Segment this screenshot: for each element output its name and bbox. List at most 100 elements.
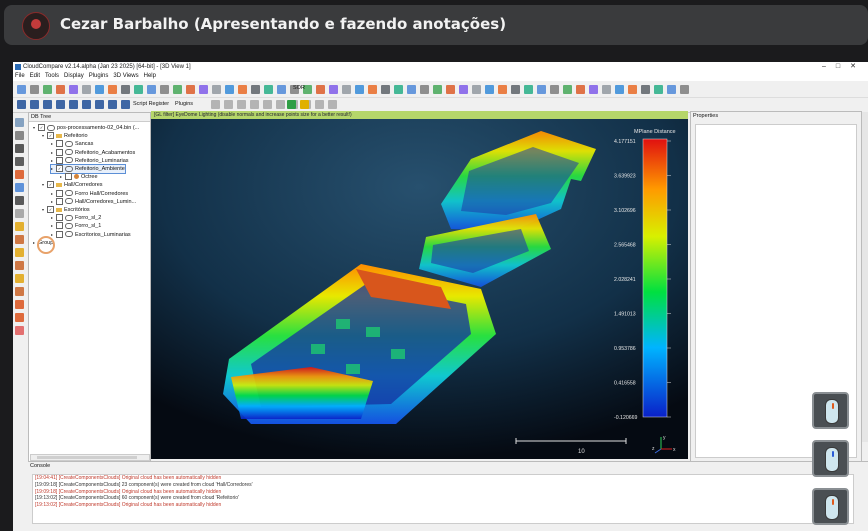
- view-preset-icon[interactable]: [121, 100, 130, 109]
- menu-item-tools[interactable]: Tools: [45, 72, 59, 81]
- toolbar-tool-icon[interactable]: [641, 85, 650, 94]
- menu-item-plugins[interactable]: Plugins: [89, 72, 109, 81]
- toolbar-tool-icon[interactable]: [381, 85, 390, 94]
- toolbar-tool-icon[interactable]: [433, 85, 442, 94]
- toolbar-tool-icon[interactable]: [342, 85, 351, 94]
- side-tool-icon[interactable]: [15, 131, 24, 140]
- view-preset-icon[interactable]: [108, 100, 117, 109]
- visibility-checkbox[interactable]: [56, 189, 63, 197]
- menu-item-edit[interactable]: Edit: [30, 72, 40, 81]
- point-cloud-render[interactable]: 10 z y x MPlane Distance 4.1771513.63992…: [151, 119, 688, 459]
- view-preset-icon[interactable]: [95, 100, 104, 109]
- plugins-dropdown[interactable]: Plugins: [175, 101, 193, 107]
- toolbar-tool-icon[interactable]: [563, 85, 572, 94]
- toolbar-tool-icon[interactable]: [225, 85, 234, 94]
- toolbar-tool-icon[interactable]: [121, 85, 130, 94]
- visibility-checkbox[interactable]: [56, 222, 63, 230]
- toolbar-tool-icon[interactable]: [615, 85, 624, 94]
- db-tree-item[interactable]: ▸ Sancas: [51, 140, 93, 148]
- visibility-checkbox[interactable]: [65, 173, 72, 181]
- toolbar-tool-icon[interactable]: [524, 85, 533, 94]
- menu-item-file[interactable]: File: [15, 72, 25, 81]
- visibility-checkbox[interactable]: ✓: [47, 132, 54, 140]
- shader-tool-icon[interactable]: [237, 100, 246, 109]
- db-tree-item[interactable]: ▾ ✓ Refeitorio: [42, 132, 88, 140]
- visibility-checkbox[interactable]: ✓: [56, 165, 63, 173]
- toolbar-tool-icon[interactable]: [589, 85, 598, 94]
- toolbar-tool-icon[interactable]: [134, 85, 143, 94]
- db-tree-item[interactable]: ▾ ✓ pos-processamento-02_04.bin (...: [33, 124, 139, 132]
- visibility-checkbox[interactable]: [56, 140, 63, 148]
- side-tool-icon[interactable]: [15, 235, 24, 244]
- toolbar-tool-icon[interactable]: [576, 85, 585, 94]
- toolbar-tool-icon[interactable]: [446, 85, 455, 94]
- toolbar-tool-icon[interactable]: [654, 85, 663, 94]
- db-tree-item[interactable]: ▾ ✓ Escritórios: [42, 206, 90, 214]
- toolbar-tool-icon[interactable]: [628, 85, 637, 94]
- toolbar-tool-icon[interactable]: [550, 85, 559, 94]
- toolbar-tool-icon[interactable]: [212, 85, 221, 94]
- toolbar-tool-icon[interactable]: [355, 85, 364, 94]
- toolbar-tool-icon[interactable]: [199, 85, 208, 94]
- db-tree-scrollbar[interactable]: [30, 454, 150, 461]
- shader-tool-icon[interactable]: [211, 100, 220, 109]
- toolbar-tool-icon[interactable]: [82, 85, 91, 94]
- right-scrollbar[interactable]: [862, 112, 868, 442]
- db-tree-item[interactable]: ▸ Forro Hall/Corredores: [51, 189, 128, 198]
- side-tool-icon[interactable]: [15, 313, 24, 322]
- toolbar-tool-icon[interactable]: [316, 85, 325, 94]
- toolbar-tool-icon[interactable]: [667, 85, 676, 94]
- shader-tool-icon[interactable]: [263, 100, 272, 109]
- visibility-checkbox[interactable]: [56, 214, 63, 222]
- 3d-view[interactable]: [GL filter] EyeDome Lighting (disable no…: [151, 111, 688, 459]
- shader-tool-icon[interactable]: [328, 100, 337, 109]
- toolbar-tool-icon[interactable]: [238, 85, 247, 94]
- toolbar-tool-icon[interactable]: [56, 85, 65, 94]
- db-tree-item[interactable]: ▾ ✓ Hall/Corredores: [42, 181, 103, 189]
- db-tree-item[interactable]: ▸ Octree: [60, 173, 98, 181]
- visibility-checkbox[interactable]: [56, 148, 63, 156]
- visibility-checkbox[interactable]: ✓: [38, 124, 45, 132]
- toolbar-tool-icon[interactable]: [30, 85, 39, 94]
- db-tree-item[interactable]: ▸ Refeitorio_Acabamentos: [51, 148, 135, 157]
- toolbar-tool-icon[interactable]: [498, 85, 507, 94]
- toolbar-tool-icon[interactable]: [108, 85, 117, 94]
- toolbar-tool-icon[interactable]: [602, 85, 611, 94]
- toolbar-tool-icon[interactable]: [537, 85, 546, 94]
- db-tree-item[interactable]: ▸ Forro_sl_1: [51, 222, 101, 230]
- visibility-checkbox[interactable]: [56, 156, 63, 164]
- toolbar-tool-icon[interactable]: [680, 85, 689, 94]
- toolbar-tool-icon[interactable]: [173, 85, 182, 94]
- view-preset-icon[interactable]: [69, 100, 78, 109]
- visibility-checkbox[interactable]: ✓: [47, 181, 54, 189]
- plugin-icon[interactable]: [300, 100, 309, 109]
- window-controls[interactable]: –□✕: [822, 62, 866, 72]
- shader-tool-icon[interactable]: [250, 100, 259, 109]
- toolbar-tool-icon[interactable]: [69, 85, 78, 94]
- side-tool-icon[interactable]: [15, 248, 24, 257]
- toolbar-tool-icon[interactable]: [264, 85, 273, 94]
- side-tool-icon[interactable]: [15, 157, 24, 166]
- toolbar-tool-icon[interactable]: [17, 85, 26, 94]
- db-tree-item[interactable]: ▸ Forro_sl_2: [51, 214, 101, 222]
- toolbar-tool-icon[interactable]: [186, 85, 195, 94]
- toolbar-tool-icon[interactable]: [485, 85, 494, 94]
- db-tree-item[interactable]: ▸ ✓ Refeitorio_Ambiente: [50, 164, 126, 174]
- side-tool-icon[interactable]: [15, 144, 24, 153]
- shader-tool-icon[interactable]: [315, 100, 324, 109]
- plugin-icon[interactable]: [287, 100, 296, 109]
- side-tool-icon[interactable]: [15, 222, 24, 231]
- view-preset-icon[interactable]: [30, 100, 39, 109]
- toolbar-tool-icon[interactable]: [43, 85, 52, 94]
- side-tool-icon[interactable]: [15, 196, 24, 205]
- toolbar-tool-icon[interactable]: [368, 85, 377, 94]
- side-tool-icon[interactable]: [15, 326, 24, 335]
- side-tool-icon[interactable]: [15, 170, 24, 179]
- toolbar-tool-icon[interactable]: [277, 85, 286, 94]
- side-tool-icon[interactable]: [15, 274, 24, 283]
- visibility-checkbox[interactable]: ✓: [47, 206, 54, 214]
- toolbar-tool-icon[interactable]: [407, 85, 416, 94]
- toolbar-tool-icon[interactable]: [472, 85, 481, 94]
- side-tool-icon[interactable]: [15, 261, 24, 270]
- toolbar-tool-icon[interactable]: [459, 85, 468, 94]
